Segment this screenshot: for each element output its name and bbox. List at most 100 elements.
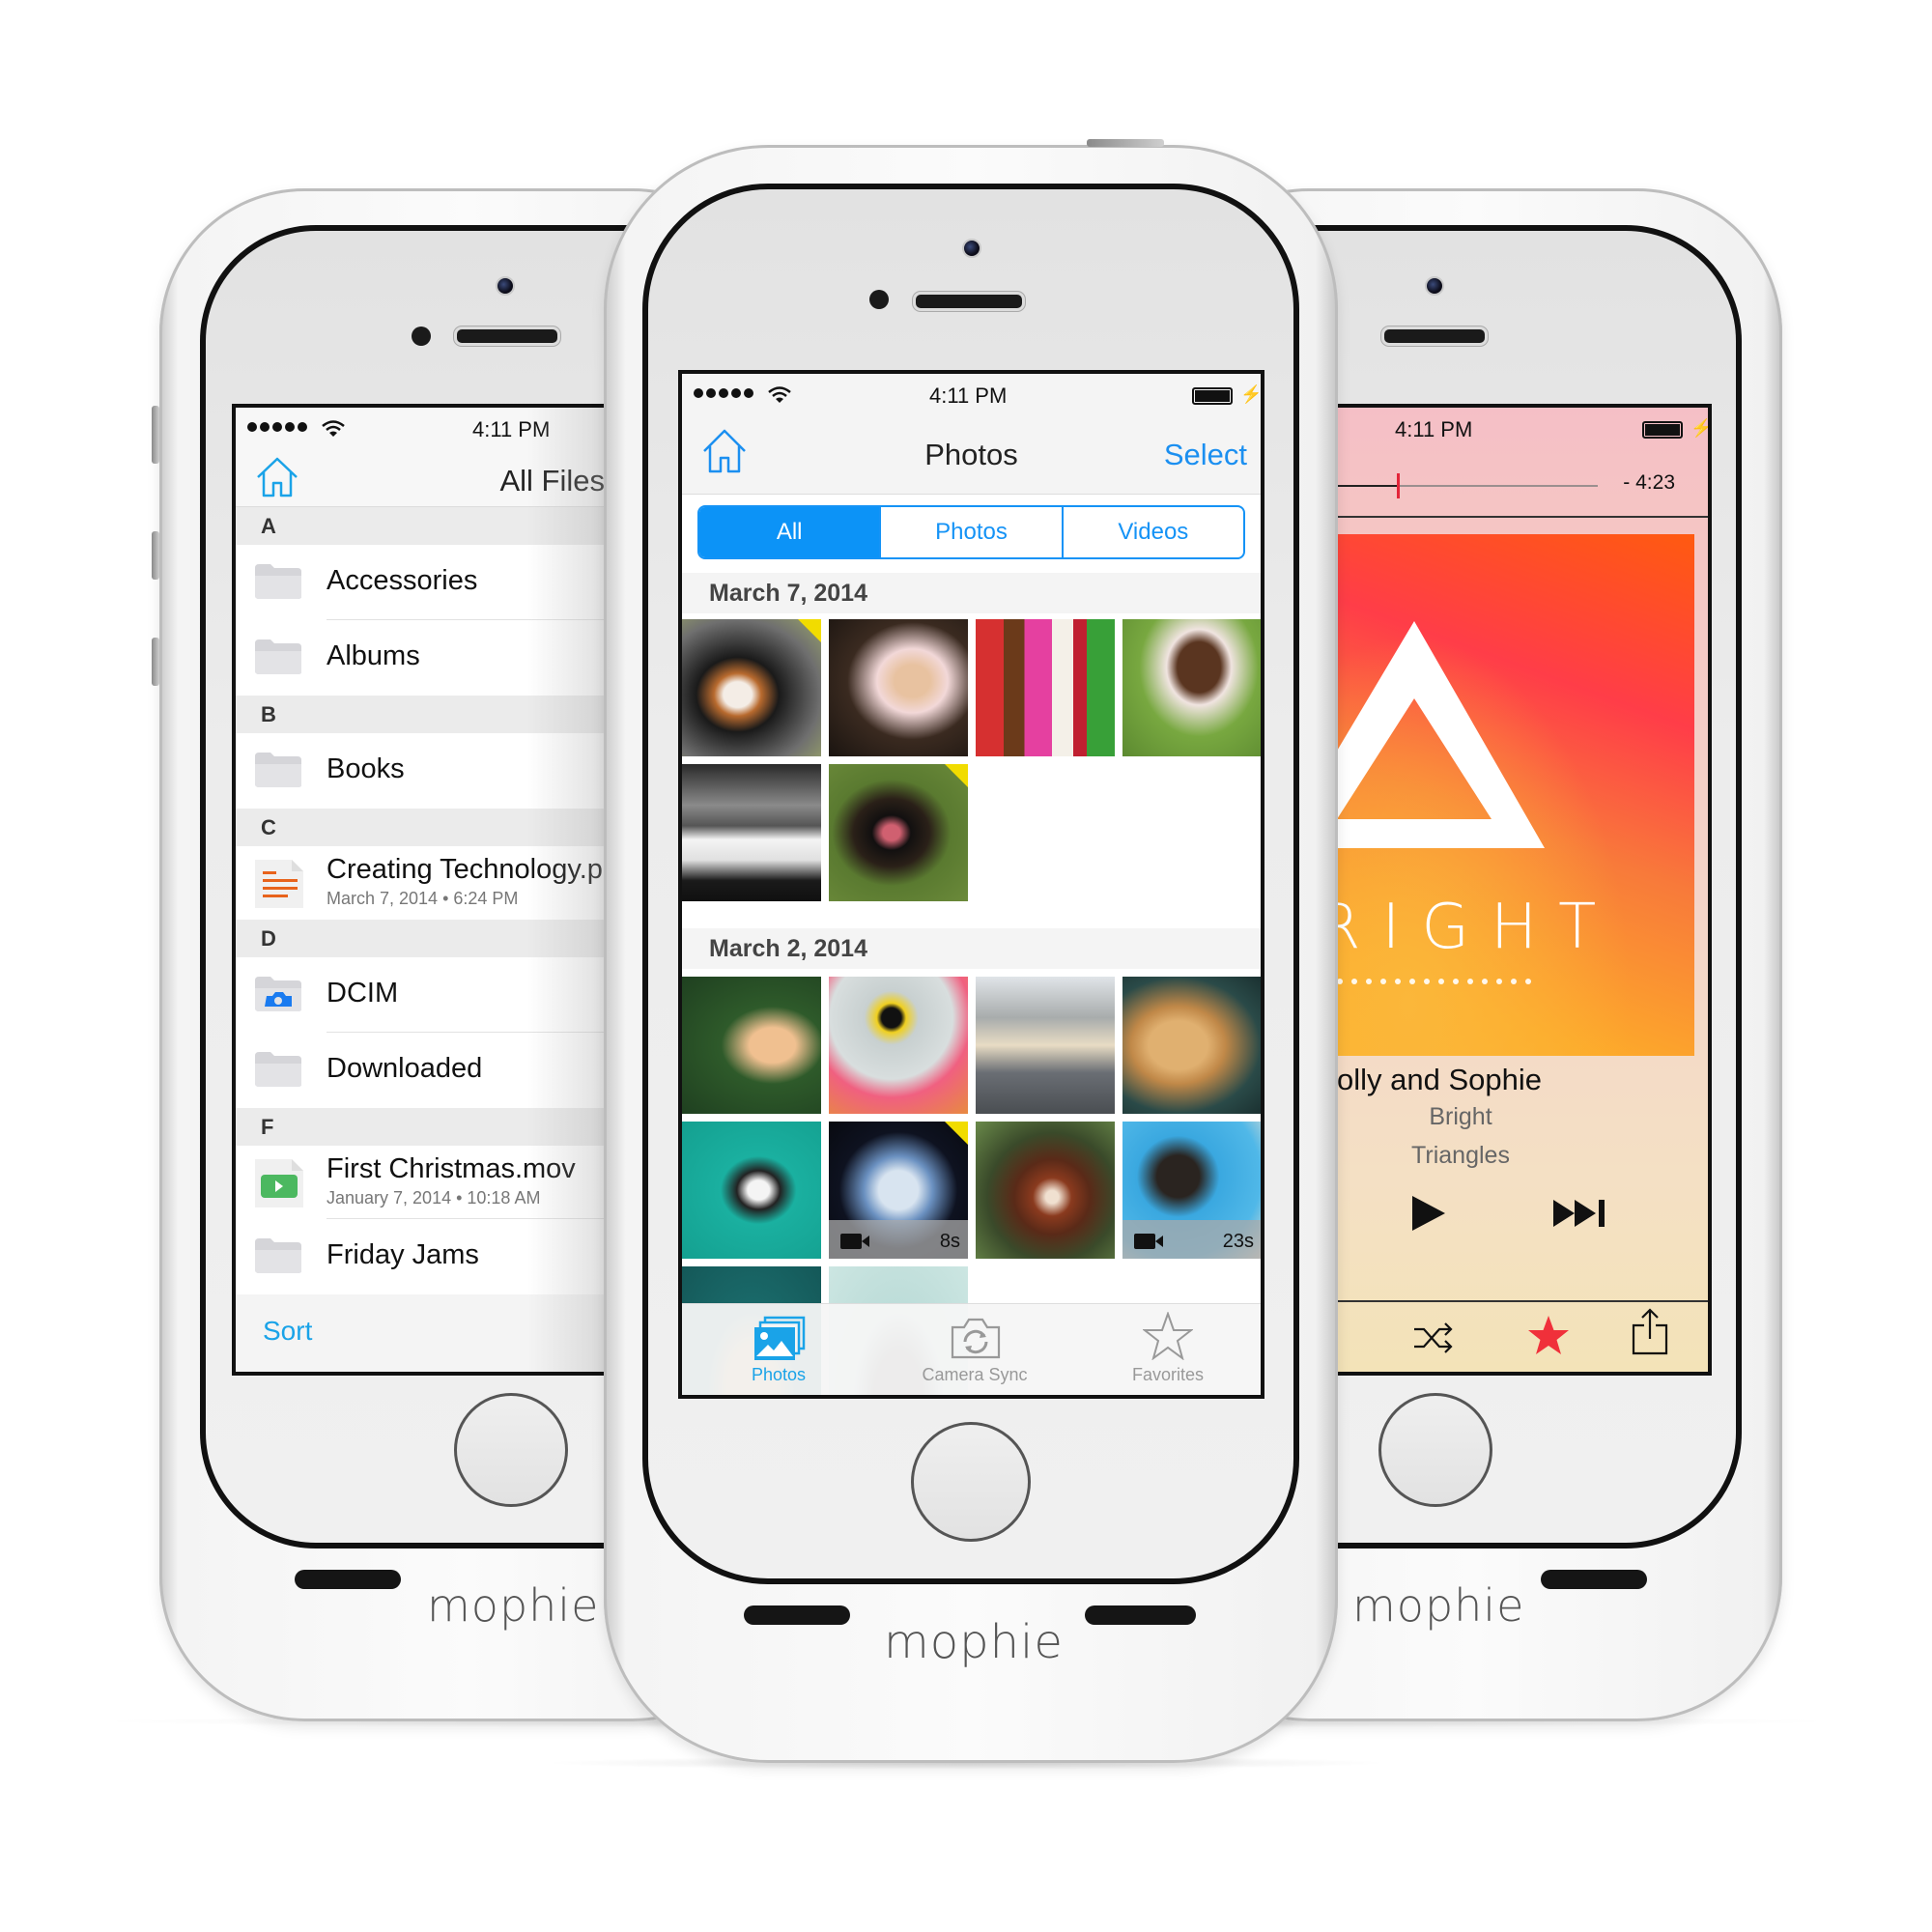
- section-header: B: [236, 696, 643, 733]
- photo-grid: 8s 23s: [682, 977, 1261, 1395]
- home-button[interactable]: [911, 1422, 1031, 1542]
- charging-icon: ⚡: [1690, 418, 1712, 438]
- power-button: [1087, 139, 1164, 147]
- camera-sync-icon: [951, 1318, 1001, 1359]
- mute-switch: [152, 406, 159, 464]
- list-item[interactable]: Albums: [236, 620, 643, 696]
- photos-stack-icon: [754, 1316, 806, 1360]
- album-art: RIGHT: [1318, 534, 1694, 1056]
- document-icon: [255, 860, 303, 908]
- song-title: olly and Sophie: [1337, 1063, 1542, 1096]
- photo-thumbnail[interactable]: [976, 977, 1115, 1114]
- front-camera: [962, 239, 981, 258]
- volume-up-button: [152, 531, 159, 580]
- speaker-grille: [744, 1605, 850, 1625]
- play-icon[interactable]: [1406, 1192, 1449, 1235]
- tab-label: Favorites: [1131, 1365, 1205, 1384]
- wifi-icon: [322, 420, 345, 437]
- photo-thumbnail[interactable]: [1122, 977, 1261, 1114]
- brand-logo: mophie: [884, 1615, 1064, 1669]
- home-button[interactable]: [1378, 1393, 1492, 1507]
- photo-thumbnail[interactable]: [1122, 619, 1261, 756]
- photo-thumbnail[interactable]: [682, 764, 821, 901]
- status-bar: 4:11 PM ⚡: [682, 374, 1261, 416]
- segment-photos[interactable]: Photos: [879, 507, 1061, 557]
- divider: [1298, 1300, 1708, 1302]
- folder-icon: [255, 753, 301, 787]
- tab-favorites[interactable]: Favorites: [1071, 1304, 1261, 1395]
- photo-thumbnail[interactable]: [829, 764, 968, 901]
- folder-icon: [255, 1052, 301, 1087]
- list-item[interactable]: DCIM: [236, 957, 643, 1033]
- photo-thumbnail[interactable]: [682, 1122, 821, 1259]
- section-header: A: [236, 507, 643, 545]
- section-header: F: [236, 1108, 643, 1146]
- signal-strength-icon: [694, 388, 753, 398]
- folder-icon: [255, 564, 301, 599]
- tab-photos[interactable]: Photos: [682, 1304, 875, 1395]
- item-name: Albums: [327, 640, 420, 671]
- photo-thumbnail[interactable]: [976, 1122, 1115, 1259]
- sort-button[interactable]: Sort: [263, 1316, 312, 1347]
- select-button[interactable]: Select: [1164, 438, 1247, 472]
- video-info-bar: 8s: [829, 1220, 968, 1259]
- segment-all[interactable]: All: [699, 507, 880, 557]
- tab-label: Photos: [751, 1365, 807, 1384]
- item-name: Creating Technology.p: [327, 854, 603, 885]
- shuffle-icon[interactable]: [1412, 1320, 1455, 1356]
- list-item[interactable]: First Christmas.mov January 7, 2014 • 10…: [236, 1146, 643, 1219]
- home-button[interactable]: [454, 1393, 568, 1507]
- photo-thumbnail[interactable]: [682, 619, 821, 756]
- status-bar: 4:11 PM ⚡: [1298, 408, 1708, 450]
- brand-logo: mophie: [427, 1579, 600, 1632]
- share-icon[interactable]: [1631, 1308, 1669, 1356]
- photo-thumbnail[interactable]: [682, 977, 821, 1114]
- filter-segmented-control: All Photos Videos: [697, 505, 1245, 559]
- right-screen: 4:11 PM ⚡ - 4:23 RIGHT olly and Sophie B…: [1294, 404, 1712, 1376]
- video-duration: 23s: [1222, 1231, 1254, 1252]
- date-header: March 2, 2014: [682, 928, 1261, 969]
- photo-thumbnail[interactable]: [829, 619, 968, 756]
- next-track-icon[interactable]: [1551, 1198, 1609, 1229]
- album-art-dots: [1337, 979, 1531, 984]
- speaker-grille: [295, 1570, 401, 1589]
- tab-camera-sync[interactable]: Camera Sync: [878, 1304, 1071, 1395]
- item-detail: January 7, 2014 • 10:18 AM: [327, 1188, 541, 1208]
- scrubber-played: [1337, 485, 1398, 487]
- battery-icon: [1192, 387, 1233, 405]
- segment-videos[interactable]: Videos: [1061, 507, 1243, 557]
- date-header: March 7, 2014: [682, 573, 1261, 613]
- speaker-grille: [1085, 1605, 1196, 1625]
- proximity-sensor: [869, 290, 889, 309]
- list-item[interactable]: Accessories: [236, 545, 643, 620]
- scrubber-handle[interactable]: [1397, 473, 1401, 498]
- list-item[interactable]: Creating Technology.p March 7, 2014 • 6:…: [236, 846, 643, 920]
- tab-label: Camera Sync: [922, 1365, 1028, 1384]
- wifi-icon: [768, 386, 791, 403]
- battery-icon: [1642, 421, 1683, 439]
- star-filled-icon[interactable]: [1526, 1314, 1571, 1356]
- home-icon[interactable]: [255, 456, 299, 498]
- nav-bar: All Files: [236, 450, 643, 507]
- list-item[interactable]: Friday Jams: [236, 1219, 643, 1294]
- list-item[interactable]: Downloaded: [236, 1033, 643, 1108]
- photo-grid: [682, 619, 1261, 909]
- status-bar: 4:11 PM: [236, 408, 643, 450]
- video-thumbnail[interactable]: 8s: [829, 1122, 968, 1259]
- photo-thumbnail[interactable]: [829, 977, 968, 1114]
- list-item[interactable]: Books: [236, 733, 643, 809]
- earpiece: [913, 292, 1025, 311]
- video-thumbnail[interactable]: 23s: [1122, 1122, 1261, 1259]
- item-name: DCIM: [327, 978, 399, 1009]
- status-time: 4:11 PM: [929, 384, 1008, 408]
- album-art-title: RIGHT: [1318, 892, 1618, 963]
- front-camera: [1425, 276, 1444, 296]
- volume-down-button: [152, 638, 159, 686]
- page-title: All Files: [499, 464, 605, 497]
- bottom-toolbar: Sort: [236, 1294, 643, 1372]
- photo-thumbnail[interactable]: [976, 619, 1115, 756]
- item-name: Accessories: [327, 565, 478, 596]
- item-name: Books: [327, 753, 405, 784]
- left-screen: 4:11 PM All Files A Accessories Albums B…: [232, 404, 647, 1376]
- video-camera-icon: [840, 1234, 869, 1249]
